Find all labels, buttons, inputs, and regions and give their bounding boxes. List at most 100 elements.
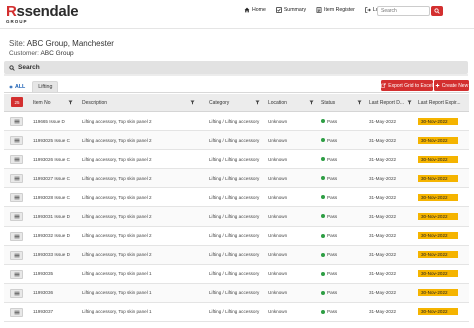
table-row[interactable]: 11993025 Issue C Lifting accessory, Top … (4, 131, 469, 151)
row-menu-button[interactable] (10, 117, 23, 126)
top-bar: Rssendale GROUP Home Summary Item Regist… (0, 0, 474, 28)
col-location[interactable]: Location (268, 94, 287, 112)
table-row[interactable]: 11993032 Issue D Lifting accessory, Top … (4, 226, 469, 246)
filter-location[interactable] (309, 100, 314, 105)
table-row[interactable]: 11993031 Issue D Lifting accessory, Top … (4, 207, 469, 227)
cell-last-report-expiry: 30-Nov-2022 (418, 207, 466, 225)
tab-lifting[interactable]: Lifting (32, 81, 59, 92)
table-row[interactable]: 11993027 Issue C Lifting accessory, Top … (4, 169, 469, 189)
nav-home[interactable]: Home (244, 7, 266, 13)
col-description[interactable]: Description (82, 94, 107, 112)
cell-status-label: Pass (327, 137, 338, 143)
table-row[interactable]: 119665 Issue D Lifting accessory, Top sk… (4, 112, 469, 132)
col-item-no[interactable]: Item No (33, 94, 51, 112)
export-excel-button[interactable]: Export Grid to Excel (381, 80, 433, 91)
cell-description: Lifting accessory, Top skin panel 2 (82, 156, 152, 162)
customer-label: Customer: (9, 50, 39, 57)
cell-last-report-date: 31-May-2022 (369, 233, 397, 239)
cell-description: Lifting accessory, Top skin panel 2 (82, 194, 152, 200)
list-icon (14, 138, 19, 143)
logo-wordmark: Rssendale (6, 3, 79, 20)
col-last-report-expiry[interactable]: Last Report Expir... (418, 94, 461, 112)
cell-status-label: Pass (327, 233, 338, 239)
cell-category: Lifting / Lifting accessory (209, 175, 260, 181)
filter-last-report-date[interactable] (407, 100, 412, 105)
filter-status[interactable] (357, 100, 362, 105)
row-menu-button[interactable] (10, 269, 23, 279)
cell-item-no: 11993036 (33, 290, 54, 296)
category-tabs: ALL Lifting (4, 81, 59, 92)
cell-location: Unknown (268, 252, 288, 258)
table-header: 25 Item No Description Category Location… (4, 94, 469, 112)
cell-status: Pass (321, 188, 367, 206)
expiry-date-chip: 30-Nov-2022 (418, 136, 458, 144)
create-new-button[interactable]: Create New (434, 80, 469, 91)
cell-last-report-expiry: 30-Nov-2022 (418, 150, 466, 168)
expiry-date-chip: 30-Nov-2022 (418, 117, 458, 125)
cell-last-report-expiry: 30-Nov-2022 (418, 131, 466, 149)
row-menu-button[interactable] (10, 136, 23, 146)
cell-item-no: 11993037 (33, 309, 54, 315)
customer-value: ABC Group (40, 50, 74, 57)
table-row[interactable]: 11993033 Issue D Lifting accessory, Top … (4, 245, 469, 265)
search-panel-toggle[interactable]: Search (4, 61, 468, 74)
row-menu-button[interactable] (10, 155, 23, 165)
list-icon (14, 253, 19, 257)
nav-summary-label: Summary (283, 7, 307, 13)
cell-location: Unknown (268, 194, 288, 200)
filter-category[interactable] (255, 100, 260, 105)
cell-location: Unknown (268, 175, 288, 181)
create-new-label: Create New (441, 82, 469, 89)
cell-status-label: Pass (327, 156, 338, 162)
cell-item-no: 119665 Issue D (33, 118, 65, 124)
row-menu-button[interactable] (10, 174, 23, 184)
tab-all[interactable]: ALL (4, 81, 30, 92)
row-menu-button[interactable] (10, 307, 23, 317)
search-icon (434, 8, 440, 14)
filter-icon (255, 100, 260, 105)
rossendale-logo[interactable]: Rssendale GROUP (6, 3, 79, 25)
list-icon (14, 234, 19, 238)
pass-status-icon (321, 157, 325, 162)
table-row[interactable]: 11993026 Issue C Lifting accessory, Top … (4, 150, 469, 170)
search-input[interactable] (377, 6, 430, 16)
row-menu-button[interactable] (10, 231, 23, 241)
table-body: 119665 Issue D Lifting accessory, Top sk… (4, 112, 469, 323)
cell-status-label: Pass (327, 309, 338, 315)
table-row[interactable]: 11993028 Issue C Lifting accessory, Top … (4, 188, 469, 208)
table-row[interactable]: 11993036 Lifting accessory, Top skin pan… (4, 283, 469, 303)
nav-item-register[interactable]: Item Register (316, 7, 355, 13)
expiry-date-chip: 30-Nov-2022 (418, 251, 458, 259)
search-button[interactable] (431, 6, 443, 16)
cell-status: Pass (321, 284, 367, 302)
cell-last-report-date: 31-May-2022 (369, 213, 397, 219)
filter-icon (68, 100, 73, 105)
row-menu-button[interactable] (10, 193, 23, 203)
search-panel-shadow (4, 74, 468, 76)
filter-item-no[interactable] (68, 100, 73, 105)
list-icon (14, 119, 19, 124)
cell-location: Unknown (268, 271, 288, 277)
filter-description[interactable] (190, 100, 195, 105)
record-count-badge[interactable]: 25 (11, 97, 23, 107)
row-menu-button[interactable] (10, 250, 23, 260)
export-excel-label: Export Grid to Excel (388, 82, 433, 89)
cell-location: Unknown (268, 290, 288, 296)
cell-category: Lifting / Lifting accessory (209, 194, 260, 200)
row-menu-button[interactable] (10, 288, 23, 298)
expiry-date-chip: 30-Nov-2022 (418, 308, 458, 316)
cell-location: Unknown (268, 156, 288, 162)
pass-status-icon (321, 309, 325, 314)
nav-summary[interactable]: Summary (276, 7, 306, 13)
col-status[interactable]: Status (321, 94, 335, 112)
expiry-date-chip: 30-Nov-2022 (418, 270, 458, 278)
col-last-report-date[interactable]: Last Report D... (369, 94, 404, 112)
cell-category: Lifting / Lifting accessory (209, 137, 260, 143)
list-icon (14, 291, 19, 296)
row-menu-button[interactable] (10, 212, 23, 222)
cell-category: Lifting / Lifting accessory (209, 252, 260, 258)
col-category[interactable]: Category (209, 94, 229, 112)
cell-last-report-expiry: 30-Nov-2022 (418, 246, 466, 264)
table-row[interactable]: 11993035 Lifting accessory, Top skin pan… (4, 264, 469, 284)
table-row[interactable]: 11993037 Lifting accessory, Top skin pan… (4, 302, 469, 323)
